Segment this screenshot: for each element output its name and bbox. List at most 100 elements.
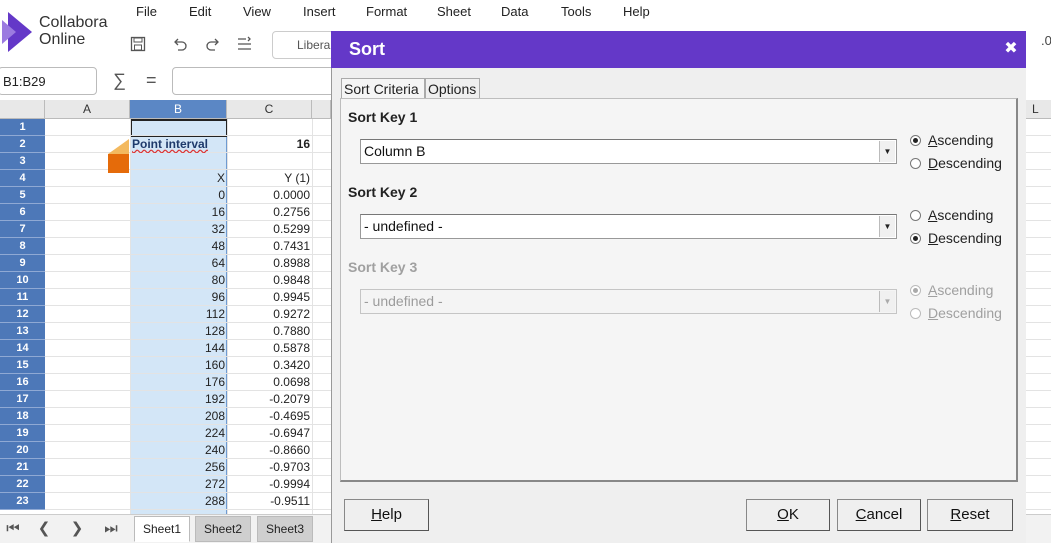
column-header-partial[interactable] — [312, 100, 331, 119]
tab-options[interactable]: Options — [425, 78, 480, 98]
column-header-l[interactable]: L — [1026, 100, 1051, 119]
reset-button[interactable]: Reset — [927, 499, 1013, 531]
cancel-button[interactable]: Cancel — [837, 499, 921, 531]
row-header[interactable]: 4 — [0, 170, 45, 187]
redo-icon[interactable] — [202, 33, 224, 55]
row-header[interactable]: 3 — [0, 153, 45, 170]
cell-b[interactable]: 128 — [130, 323, 227, 340]
cell-b[interactable] — [130, 119, 227, 136]
sort-key-2-descending[interactable]: Descending — [910, 229, 1002, 247]
menu-help[interactable]: Help — [623, 4, 650, 20]
sheet-tab-3[interactable]: Sheet3 — [257, 516, 314, 542]
row-header[interactable]: 19 — [0, 425, 45, 442]
cell-b[interactable]: 256 — [130, 459, 227, 476]
row-header[interactable]: 7 — [0, 221, 45, 238]
cell-c[interactable]: -0.6947 — [227, 425, 312, 442]
menu-data[interactable]: Data — [501, 4, 528, 20]
row-header[interactable]: 6 — [0, 204, 45, 221]
next-sheet-icon[interactable]: ❯ — [64, 517, 90, 539]
row-header[interactable]: 21 — [0, 459, 45, 476]
chevron-down-icon[interactable]: ▼ — [879, 141, 895, 162]
undo-icon[interactable] — [169, 33, 191, 55]
cell-c[interactable]: 0.9272 — [227, 306, 312, 323]
cell-b[interactable]: 272 — [130, 476, 227, 493]
sort-key-1-ascending[interactable]: Ascending — [910, 131, 993, 149]
sheet-tab-1[interactable]: Sheet1 — [134, 516, 191, 542]
menu-tools[interactable]: Tools — [561, 4, 591, 20]
cell-b[interactable]: 240 — [130, 442, 227, 459]
ok-button[interactable]: OK — [746, 499, 830, 531]
cell-b[interactable]: 80 — [130, 272, 227, 289]
row-header[interactable]: 2 — [0, 136, 45, 153]
cell-b[interactable]: 64 — [130, 255, 227, 272]
menu-format[interactable]: Format — [366, 4, 407, 20]
formula-input[interactable] — [172, 67, 342, 95]
cell-c[interactable]: 0.0000 — [227, 187, 312, 204]
cell-b[interactable]: 176 — [130, 374, 227, 391]
cell-c[interactable]: 0.7880 — [227, 323, 312, 340]
column-header-c[interactable]: C — [227, 100, 312, 119]
row-header[interactable]: 10 — [0, 272, 45, 289]
cell-b[interactable]: 144 — [130, 340, 227, 357]
cell-c[interactable]: 0.2756 — [227, 204, 312, 221]
cell-b[interactable]: 192 — [130, 391, 227, 408]
cell-c[interactable] — [227, 153, 312, 170]
function-equals-icon[interactable]: = — [146, 70, 157, 91]
menu-insert[interactable]: Insert — [303, 4, 336, 20]
menu-file[interactable]: File — [136, 4, 157, 20]
menu-view[interactable]: View — [243, 4, 271, 20]
cell-c[interactable]: -0.9511 — [227, 493, 312, 510]
cell-c[interactable]: -0.4695 — [227, 408, 312, 425]
cell-b[interactable]: Point interval — [130, 136, 227, 153]
column-header-a[interactable]: A — [45, 100, 130, 119]
cell-b[interactable]: X — [130, 170, 227, 187]
shape-square[interactable] — [108, 154, 129, 173]
chevron-down-icon[interactable]: ▼ — [879, 216, 895, 237]
sort-key-2-ascending[interactable]: Ascending — [910, 206, 993, 224]
cell-c[interactable]: 0.0698 — [227, 374, 312, 391]
cell-b[interactable]: 32 — [130, 221, 227, 238]
row-header[interactable]: 8 — [0, 238, 45, 255]
radio-icon[interactable] — [910, 209, 921, 221]
tab-sort-criteria[interactable]: Sort Criteria — [341, 78, 425, 98]
close-icon[interactable]: ✖ — [1002, 40, 1020, 58]
shape-triangle[interactable] — [108, 139, 129, 154]
cell-c[interactable]: 0.5878 — [227, 340, 312, 357]
radio-icon[interactable] — [910, 134, 921, 146]
row-header[interactable]: 14 — [0, 340, 45, 357]
name-box[interactable]: B1:B29 — [0, 67, 97, 95]
cell-c[interactable]: -0.9703 — [227, 459, 312, 476]
cell-c[interactable]: -0.2079 — [227, 391, 312, 408]
cell-c[interactable]: 16 — [227, 136, 312, 153]
cell-b[interactable]: 112 — [130, 306, 227, 323]
cell-b[interactable]: 0 — [130, 187, 227, 204]
row-header[interactable]: 23 — [0, 493, 45, 510]
row-header[interactable]: 11 — [0, 289, 45, 306]
cell-b[interactable]: 224 — [130, 425, 227, 442]
first-sheet-icon[interactable]: ⏮ — [0, 517, 26, 539]
cell-c[interactable]: 0.8988 — [227, 255, 312, 272]
select-all-corner[interactable] — [0, 100, 45, 119]
row-header[interactable]: 20 — [0, 442, 45, 459]
cell-b[interactable]: 16 — [130, 204, 227, 221]
cell-c[interactable]: 0.9848 — [227, 272, 312, 289]
font-name-box[interactable]: Libera — [272, 31, 334, 59]
help-button[interactable]: Help — [344, 499, 429, 531]
menu-edit[interactable]: Edit — [189, 4, 211, 20]
cell-b[interactable]: 96 — [130, 289, 227, 306]
clone-formatting-icon[interactable] — [235, 33, 257, 55]
sort-key-2-select[interactable]: - undefined - ▼ — [360, 214, 897, 239]
row-header[interactable]: 17 — [0, 391, 45, 408]
row-header[interactable]: 15 — [0, 357, 45, 374]
cell-c[interactable]: Y (1) — [227, 170, 312, 187]
row-header[interactable]: 9 — [0, 255, 45, 272]
cell-c[interactable] — [227, 119, 312, 136]
cell-b[interactable]: 48 — [130, 238, 227, 255]
last-sheet-icon[interactable]: ⏭ — [98, 517, 124, 539]
save-icon[interactable] — [127, 33, 149, 55]
sheet-tab-2[interactable]: Sheet2 — [195, 516, 252, 542]
cell-c[interactable]: 0.9945 — [227, 289, 312, 306]
sort-key-1-descending[interactable]: Descending — [910, 154, 1002, 172]
cell-b[interactable] — [130, 153, 227, 170]
cell-c[interactable]: 0.5299 — [227, 221, 312, 238]
